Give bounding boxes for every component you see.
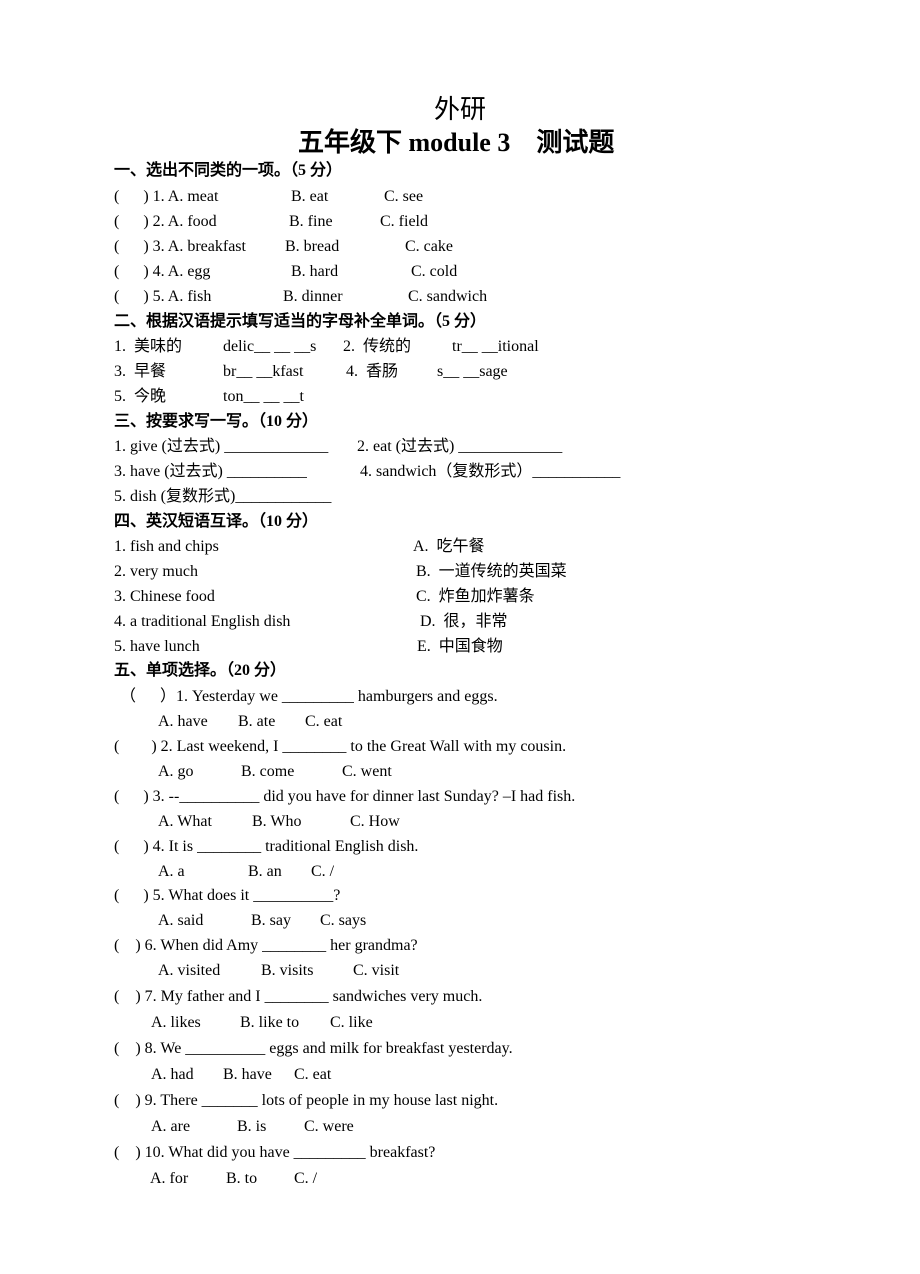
section-5-heading: 五、单项选择。（20 分）: [114, 662, 287, 679]
question-stem: ( ) 6. When did Amy ________ her grandma…: [114, 937, 418, 954]
question-stem: ( ) 5. What does it __________?: [114, 887, 341, 904]
question-stem: （ ）1. Yesterday we _________ hamburgers …: [120, 688, 498, 705]
option-b: B. Who: [252, 813, 302, 830]
option-a: A. go: [158, 763, 194, 780]
option-c: C. visit: [353, 962, 400, 979]
option-c: C. How: [350, 813, 400, 830]
phrase-chinese: A. 吃午餐: [413, 538, 485, 555]
option-b: B. bread: [285, 238, 340, 255]
section-1-heading: 一、选出不同类的一项。（5 分）: [114, 162, 343, 179]
question-stem: ( ) 8. We __________ eggs and milk for b…: [114, 1040, 513, 1057]
exercise-item: 2. eat (过去式) _____________: [357, 438, 563, 455]
hint-chinese: 2. 传统的: [343, 338, 412, 355]
option-a: A. visited: [158, 962, 221, 979]
hint-chinese: 4. 香肠: [346, 363, 399, 380]
section-3-heading: 三、按要求写一写。（10 分）: [114, 413, 319, 430]
word-blank: ton__ __ __t: [223, 388, 304, 405]
option-c: C. /: [311, 863, 335, 880]
option-c: C. were: [304, 1118, 354, 1135]
phrase-chinese: B. 一道传统的英国菜: [416, 563, 567, 580]
option-c: C. sandwich: [408, 288, 488, 305]
option-a: A. had: [151, 1066, 194, 1083]
question-stem: ( ) 5. A. fish: [114, 288, 212, 305]
option-b: B. fine: [289, 213, 333, 230]
option-a: A. for: [150, 1170, 189, 1187]
option-b: B. eat: [291, 188, 329, 205]
exercise-item: 4. sandwich（复数形式）___________: [360, 463, 621, 480]
question-stem: ( ) 3. --__________ did you have for din…: [114, 788, 576, 805]
option-c: C. see: [384, 188, 424, 205]
hint-chinese: 3. 早餐: [114, 363, 167, 380]
option-b: B. is: [237, 1118, 267, 1135]
option-b: B. visits: [261, 962, 314, 979]
word-blank: br__ __kfast: [223, 363, 304, 380]
option-a: A. are: [151, 1118, 191, 1135]
phrase-chinese: D. 很，非常: [420, 613, 508, 630]
phrase-chinese: E. 中国食物: [417, 638, 503, 655]
option-c: C. eat: [294, 1066, 332, 1083]
option-a: A. What: [158, 813, 212, 830]
option-b: B. have: [223, 1066, 272, 1083]
phrase-english: 4. a traditional English dish: [114, 613, 291, 630]
question-stem: ( ) 2. A. food: [114, 213, 217, 230]
option-c: C. says: [320, 912, 367, 929]
question-stem: ( ) 4. A. egg: [114, 263, 211, 280]
question-stem: ( ) 3. A. breakfast: [114, 238, 246, 255]
question-stem: ( ) 4. It is ________ traditional Englis…: [114, 838, 419, 855]
option-b: B. to: [226, 1170, 258, 1187]
question-stem: ( ) 9. There _______ lots of people in m…: [114, 1092, 499, 1109]
section-4-heading: 四、英汉短语互译。（10 分）: [114, 513, 319, 530]
question-stem: ( ) 10. What did you have _________ brea…: [114, 1144, 436, 1161]
phrase-english: 3. Chinese food: [114, 588, 215, 605]
option-b: B. ate: [238, 713, 276, 730]
option-b: B. say: [251, 912, 291, 929]
option-a: A. likes: [151, 1014, 201, 1031]
option-c: C. cake: [405, 238, 453, 255]
phrase-english: 1. fish and chips: [114, 538, 219, 555]
hint-chinese: 1. 美味的: [114, 338, 183, 355]
hint-chinese: 5. 今晚: [114, 388, 167, 405]
exercise-item: 5. dish (复数形式)____________: [114, 488, 332, 505]
option-c: C. field: [380, 213, 428, 230]
option-c: C. /: [294, 1170, 318, 1187]
question-stem: ( ) 7. My father and I ________ sandwich…: [114, 988, 483, 1005]
word-blank: tr__ __itional: [452, 338, 539, 355]
option-a: A. a: [158, 863, 185, 880]
phrase-english: 5. have lunch: [114, 638, 200, 655]
phrase-chinese: C. 炸鱼加炸薯条: [416, 588, 535, 605]
exercise-item: 1. give (过去式) _____________: [114, 438, 329, 455]
phrase-english: 2. very much: [114, 563, 198, 580]
option-b: B. an: [248, 863, 282, 880]
option-c: C. eat: [305, 713, 343, 730]
word-blank: s__ __sage: [437, 363, 508, 380]
question-stem: ( ) 1. A. meat: [114, 188, 219, 205]
document-subtitle: 五年级下 module 3 测试题: [298, 128, 615, 157]
option-c: C. like: [330, 1014, 373, 1031]
option-b: B. hard: [291, 263, 339, 280]
option-b: B. like to: [240, 1014, 300, 1031]
word-blank: delic__ __ __s: [223, 338, 317, 355]
option-b: B. dinner: [283, 288, 343, 305]
option-c: C. cold: [411, 263, 458, 280]
option-c: C. went: [342, 763, 392, 780]
option-b: B. come: [241, 763, 295, 780]
section-2-heading: 二、根据汉语提示填写适当的字母补全单词。（5 分）: [114, 313, 487, 330]
option-a: A. said: [158, 912, 204, 929]
document-title: 外研: [433, 95, 486, 124]
question-stem: ( ) 2. Last weekend, I ________ to the G…: [114, 738, 567, 755]
exercise-item: 3. have (过去式) __________: [114, 463, 307, 480]
option-a: A. have: [158, 713, 208, 730]
